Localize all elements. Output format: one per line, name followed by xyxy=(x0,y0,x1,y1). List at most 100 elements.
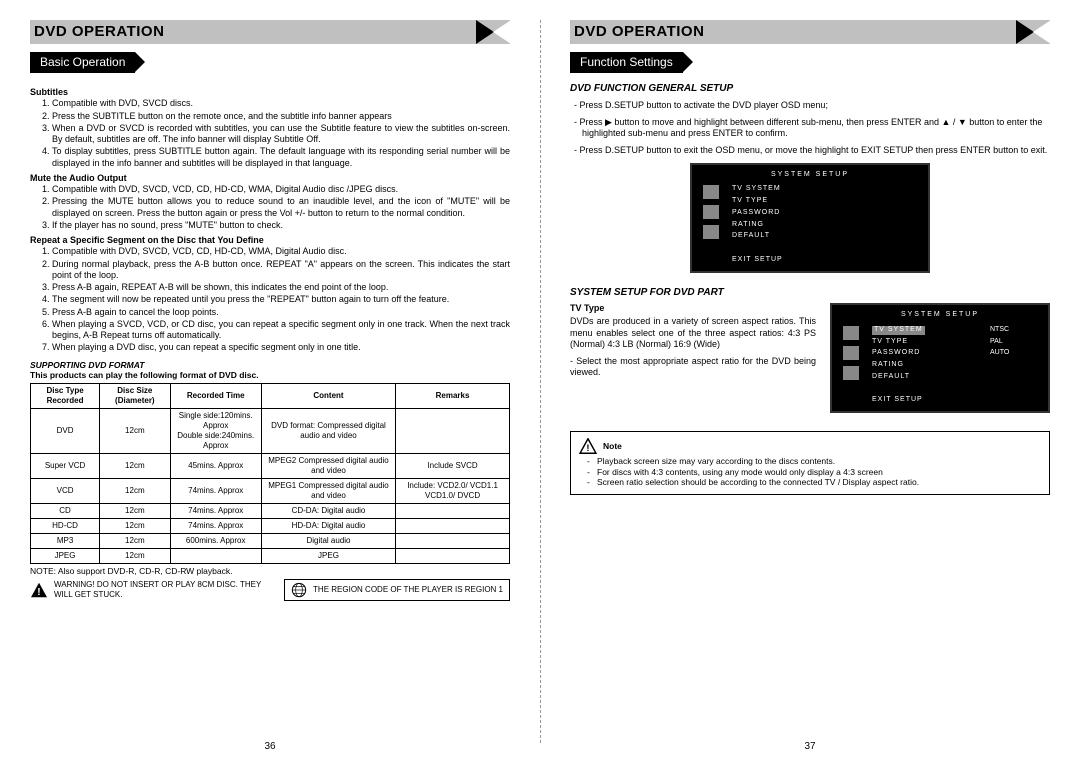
table-cell: 74mins. Approx xyxy=(170,518,261,533)
table-row: JPEG12cmJPEG xyxy=(31,548,510,563)
osd-menu-item: AUTO xyxy=(990,349,1040,358)
table-cell: Single side:120mins. ApproxDouble side:2… xyxy=(170,408,261,453)
osd-menu-item: NTSC xyxy=(990,326,1040,335)
table-cell: Super VCD xyxy=(31,453,100,478)
list-item: Press A-B again, REPEAT A-B will be show… xyxy=(52,282,510,293)
osd-screenshot-2: SYSTEM SETUP TV SYSTEMTV TYPEPASSWORDRAT… xyxy=(830,303,1050,413)
osd-submenu: NTSC PAL AUTO xyxy=(990,326,1040,405)
table-header: Remarks xyxy=(396,383,510,408)
table-cell: HD-DA: Digital audio xyxy=(261,518,395,533)
fmt-title: SUPPORTING DVD FORMAT xyxy=(30,360,510,371)
gs-bullet: - Press D.SETUP button to activate the D… xyxy=(570,100,1050,111)
note-head: Note xyxy=(603,441,622,452)
gs-bullet: - Press ▶ button to move and highlight b… xyxy=(570,117,1050,140)
note-item: Screen ratio selection should be accordi… xyxy=(597,477,1041,488)
list-item: When playing a SVCD, VCD, or CD disc, yo… xyxy=(52,319,510,342)
osd-icon-column xyxy=(700,185,722,264)
osd-menu-item: PAL xyxy=(990,338,1040,347)
mute-list: Compatible with DVD, SVCD, VCD, CD, HD-C… xyxy=(30,184,510,231)
region-text: THE REGION CODE OF THE PLAYER IS REGION … xyxy=(313,585,503,595)
table-header: Content xyxy=(261,383,395,408)
table-row: VCD12cm74mins. ApproxMPEG1 Compressed di… xyxy=(31,478,510,503)
subtitles-list: Compatible with DVD, SVCD discs. Press th… xyxy=(30,98,510,169)
table-cell: MP3 xyxy=(31,533,100,548)
table-cell: 12cm xyxy=(100,478,170,503)
table-body: DVD12cmSingle side:120mins. ApproxDouble… xyxy=(31,408,510,563)
right-page: DVD OPERATION Function Settings DVD FUNC… xyxy=(540,0,1080,763)
table-row: DVD12cmSingle side:120mins. ApproxDouble… xyxy=(31,408,510,453)
header-title: DVD OPERATION xyxy=(30,20,510,44)
table-cell: JPEG xyxy=(31,548,100,563)
list-item: Compatible with DVD, SVCD discs. xyxy=(52,98,510,109)
osd-menu-item: PASSWORD xyxy=(872,349,980,358)
table-row: CD12cm74mins. ApproxCD-DA: Digital audio xyxy=(31,503,510,518)
warning-text: WARNING! DO NOT INSERT OR PLAY 8CM DISC.… xyxy=(54,580,278,600)
osd-menu-item: PASSWORD xyxy=(732,209,920,218)
table-cell: 12cm xyxy=(100,518,170,533)
left-page: DVD OPERATION Basic Operation Subtitles … xyxy=(0,0,540,763)
osd-menu-item xyxy=(872,385,980,394)
osd-title: SYSTEM SETUP xyxy=(700,171,920,180)
list-item: When playing a DVD disc, you can repeat … xyxy=(52,342,510,353)
table-cell: CD-DA: Digital audio xyxy=(261,503,395,518)
osd-screenshot-1: SYSTEM SETUP TV SYSTEMTV TYPEPASSWORDRAT… xyxy=(690,163,930,273)
page-number: 36 xyxy=(0,741,540,754)
osd-menu-item: EXIT SETUP xyxy=(732,256,920,265)
table-cell: Include: VCD2.0/ VCD1.1 VCD1.0/ DVCD xyxy=(396,478,510,503)
table-cell: MPEG1 Compressed digital audio and video xyxy=(261,478,395,503)
sub-banner: Function Settings xyxy=(570,52,683,73)
tv-type-note: - Select the most appropriate aspect rat… xyxy=(570,356,816,379)
list-item: Compatible with DVD, SVCD, VCD, CD, HD-C… xyxy=(52,246,510,257)
list-item: If the player has no sound, press "MUTE"… xyxy=(52,220,510,231)
table-header-row: Disc Type RecordedDisc Size (Diameter)Re… xyxy=(31,383,510,408)
disc-icon xyxy=(843,366,859,380)
table-cell: 12cm xyxy=(100,503,170,518)
table-cell: DVD xyxy=(31,408,100,453)
tv-type-label: TV Type xyxy=(570,303,816,314)
svg-text:!: ! xyxy=(37,587,40,598)
table-cell xyxy=(396,518,510,533)
table-cell: VCD xyxy=(31,478,100,503)
list-item: Press the SUBTITLE button on the remote … xyxy=(52,111,510,122)
fmt-sub: This products can play the following for… xyxy=(30,370,510,381)
list-item: During normal playback, press the A-B bu… xyxy=(52,259,510,282)
disc-icon xyxy=(703,225,719,239)
osd-menu: TV SYSTEMTV TYPEPASSWORDRATINGDEFAULT EX… xyxy=(732,185,920,264)
table-note: NOTE: Also support DVD-R, CD-R, CD-RW pl… xyxy=(30,566,510,577)
osd-menu-item: EXIT SETUP xyxy=(872,396,980,405)
table-header: Recorded Time xyxy=(170,383,261,408)
osd-menu-item: TV SYSTEM xyxy=(872,326,980,335)
osd-menu-item: DEFAULT xyxy=(732,232,920,241)
table-cell: 74mins. Approx xyxy=(170,478,261,503)
disc-table: Disc Type RecordedDisc Size (Diameter)Re… xyxy=(30,383,510,564)
table-cell: Include SVCD xyxy=(396,453,510,478)
header-title: DVD OPERATION xyxy=(570,20,1050,44)
table-cell xyxy=(170,548,261,563)
osd-menu-item: TV SYSTEM xyxy=(732,185,920,194)
table-cell: Digital audio xyxy=(261,533,395,548)
table-cell: 45mins. Approx xyxy=(170,453,261,478)
table-cell: CD xyxy=(31,503,100,518)
warning-icon: ! xyxy=(30,582,48,598)
warning-row: ! WARNING! DO NOT INSERT OR PLAY 8CM DIS… xyxy=(30,579,510,601)
osd-menu-item xyxy=(732,244,920,253)
list-item: Compatible with DVD, SVCD, VCD, CD, HD-C… xyxy=(52,184,510,195)
osd-menu-item: DEFAULT xyxy=(872,373,980,382)
table-cell: 12cm xyxy=(100,533,170,548)
table-cell: HD-CD xyxy=(31,518,100,533)
osd-menu-item: RATING xyxy=(872,361,980,370)
list-item: The segment will now be repeated until y… xyxy=(52,294,510,305)
speaker-icon xyxy=(703,205,719,219)
monitor-icon xyxy=(843,326,859,340)
table-row: MP312cm600mins. ApproxDigital audio xyxy=(31,533,510,548)
list-item: To display subtitles, press SUBTITLE but… xyxy=(52,146,510,169)
osd-menu-item: TV TYPE xyxy=(872,338,980,347)
page-number: 37 xyxy=(540,741,1080,754)
general-setup-title: DVD FUNCTION GENERAL SETUP xyxy=(570,83,1050,96)
table-row: Super VCD12cm45mins. ApproxMPEG2 Compres… xyxy=(31,453,510,478)
header-banner: DVD OPERATION xyxy=(570,20,1050,44)
list-item: Pressing the MUTE button allows you to r… xyxy=(52,196,510,219)
list-item: Press A-B again to cancel the loop point… xyxy=(52,307,510,318)
tv-type-desc: DVDs are produced in a variety of screen… xyxy=(570,316,816,350)
table-cell xyxy=(396,533,510,548)
